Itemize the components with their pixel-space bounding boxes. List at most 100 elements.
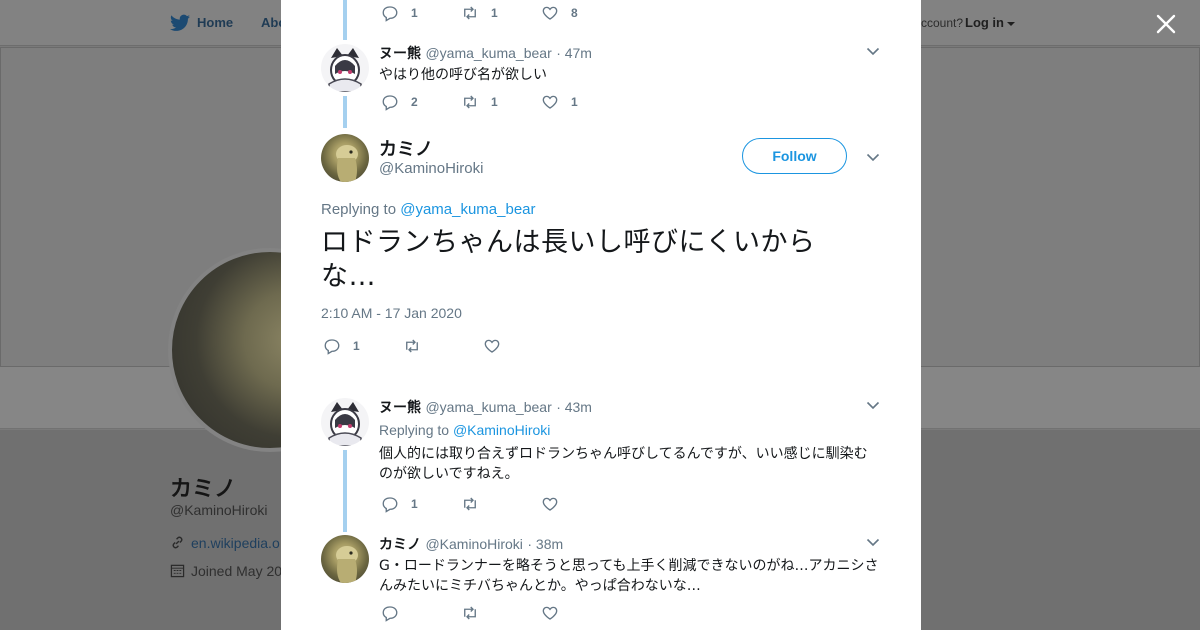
like-count: 8 xyxy=(571,6,578,20)
reply-button[interactable] xyxy=(381,603,461,623)
main-tweet-timestamp[interactable]: 2:10 AM - 17 Jan 2020 xyxy=(321,305,462,321)
login-label: Log in xyxy=(965,15,1004,30)
tweet-body: ヌー熊 @yama_kuma_bear · 47m やはり他の呼び名が欲しい xyxy=(379,44,879,85)
tweet-header: ヌー熊 @yama_kuma_bear · 47m xyxy=(379,44,879,63)
retweet-button[interactable]: 1 xyxy=(461,3,541,23)
chevron-down-icon[interactable] xyxy=(865,397,881,413)
thread-line xyxy=(343,96,347,128)
tweet-time[interactable]: · 47m xyxy=(556,45,592,61)
bear-avatar-illustration xyxy=(321,44,369,92)
replying-to-label: Replying to xyxy=(379,422,450,438)
tweet-header: カミノ @KaminoHiroki · 38m xyxy=(379,535,879,554)
reply-button[interactable]: 1 xyxy=(381,3,461,23)
tweet-header: ヌー熊 @yama_kuma_bear · 43m xyxy=(379,398,879,417)
bear-avatar-illustration xyxy=(321,398,369,446)
tweet-time[interactable]: · 43m xyxy=(556,399,592,415)
avatar[interactable] xyxy=(321,535,369,583)
reply-icon xyxy=(382,606,398,622)
tweet-text: やはり他の呼び名が欲しい xyxy=(379,67,547,83)
like-button[interactable] xyxy=(483,336,563,356)
tweet-actions: 1 xyxy=(381,494,621,514)
main-tweet-avatar[interactable] xyxy=(321,134,369,182)
avatar[interactable] xyxy=(321,398,369,446)
tweet-body: ヌー熊 @yama_kuma_bear · 43m Replying to @K… xyxy=(379,398,879,484)
retweet-button[interactable] xyxy=(403,336,483,356)
reply-count: 2 xyxy=(411,95,418,109)
replying-to-label: Replying to xyxy=(321,201,397,218)
avatar[interactable] xyxy=(321,44,369,92)
like-button[interactable]: 8 xyxy=(541,3,621,23)
chevron-down-icon[interactable] xyxy=(865,149,881,165)
retweet-icon xyxy=(464,6,476,20)
close-icon[interactable] xyxy=(1152,10,1180,38)
retweet-button[interactable] xyxy=(461,603,541,623)
twitter-bird-icon[interactable] xyxy=(170,14,190,32)
profile-handle: @KaminoHiroki xyxy=(170,502,268,518)
thread-line xyxy=(343,0,347,40)
retweet-icon xyxy=(406,339,418,353)
retweet-button[interactable] xyxy=(461,494,541,514)
tweet-author-name[interactable]: ヌー熊 xyxy=(379,46,421,62)
tweet-author-handle[interactable]: @yama_kuma_bear xyxy=(425,399,551,415)
profile-joined-text: Joined May 20 xyxy=(191,563,283,579)
like-icon xyxy=(542,6,558,20)
reply-button[interactable]: 1 xyxy=(381,494,461,514)
retweet-count: 1 xyxy=(491,95,498,109)
retweet-button[interactable]: 1 xyxy=(461,92,541,112)
reply-icon xyxy=(382,95,398,111)
tweet-text: G・ロードランナーを略そうと思っても上手く削減できないのがね…アカニシさんみたい… xyxy=(379,558,879,594)
caret-down-icon xyxy=(1007,21,1015,26)
tweet-actions: 1 1 8 xyxy=(381,3,621,23)
nav-home-link[interactable]: Home xyxy=(197,15,233,30)
account-prompt: ccount? xyxy=(921,16,964,30)
retweet-count: 1 xyxy=(491,6,498,20)
like-icon xyxy=(542,95,558,109)
cobra-avatar-illustration xyxy=(336,546,358,583)
like-icon xyxy=(484,339,500,353)
tweet-author-name[interactable]: ヌー熊 xyxy=(379,400,421,416)
thread-line xyxy=(343,450,347,532)
profile-name: カミノ xyxy=(170,477,237,502)
tweet-modal: 1 1 8 ヌー熊 @yama_kuma_bear · 47m やはり他の呼び名… xyxy=(281,0,921,630)
tweet-time[interactable]: · 38m xyxy=(527,536,563,552)
chevron-down-icon[interactable] xyxy=(865,43,881,59)
replying-to-handle[interactable]: @KaminoHiroki xyxy=(453,422,550,438)
tweet-replying-to: Replying to @KaminoHiroki xyxy=(379,420,879,440)
main-tweet-text: ロドランちゃんは長いし呼びにくいからな… xyxy=(321,227,816,292)
retweet-icon xyxy=(464,606,476,620)
retweet-icon xyxy=(464,95,476,109)
like-icon xyxy=(542,606,558,620)
link-icon xyxy=(172,536,183,549)
main-tweet-author-handle[interactable]: @KaminoHiroki xyxy=(379,160,483,177)
like-count: 1 xyxy=(571,95,578,109)
tweet-body: カミノ @KaminoHiroki · 38m G・ロードランナーを略そうと思っ… xyxy=(379,535,879,596)
chevron-down-icon[interactable] xyxy=(865,534,881,550)
tweet-author-handle[interactable]: @KaminoHiroki xyxy=(425,536,522,552)
profile-website[interactable]: en.wikipedia.o xyxy=(170,535,280,551)
calendar-icon xyxy=(170,564,185,578)
reply-count: 1 xyxy=(411,6,418,20)
tweet-text: 個人的には取り合えずロドランちゃん呼びしてるんですが、いい感じに馴染むのが欲しい… xyxy=(379,446,868,482)
follow-button[interactable]: Follow xyxy=(742,138,847,174)
main-tweet-author-name[interactable]: カミノ xyxy=(379,135,433,161)
reply-icon xyxy=(382,6,398,22)
tweet-author-name[interactable]: カミノ xyxy=(379,537,421,553)
tweet-author-handle[interactable]: @yama_kuma_bear xyxy=(425,45,551,61)
like-button[interactable] xyxy=(541,494,621,514)
login-link[interactable]: Log in xyxy=(965,15,1015,30)
main-tweet-replying-to: Replying to @yama_kuma_bear xyxy=(321,201,536,218)
like-button[interactable]: 1 xyxy=(541,92,621,112)
retweet-icon xyxy=(464,497,476,511)
cobra-avatar-illustration xyxy=(336,145,358,182)
like-button[interactable] xyxy=(541,603,621,623)
reply-icon xyxy=(382,497,398,513)
nav-about-link[interactable]: Abo xyxy=(261,15,283,30)
main-tweet-actions: 1 xyxy=(323,336,563,356)
tweet-actions xyxy=(381,603,621,623)
replying-to-handle[interactable]: @yama_kuma_bear xyxy=(400,201,535,218)
reply-button[interactable]: 1 xyxy=(323,336,403,356)
profile-joined: Joined May 20 xyxy=(170,563,282,579)
profile-website-text: en.wikipedia.o xyxy=(191,535,280,551)
reply-button[interactable]: 2 xyxy=(381,92,461,112)
reply-icon xyxy=(324,339,340,355)
